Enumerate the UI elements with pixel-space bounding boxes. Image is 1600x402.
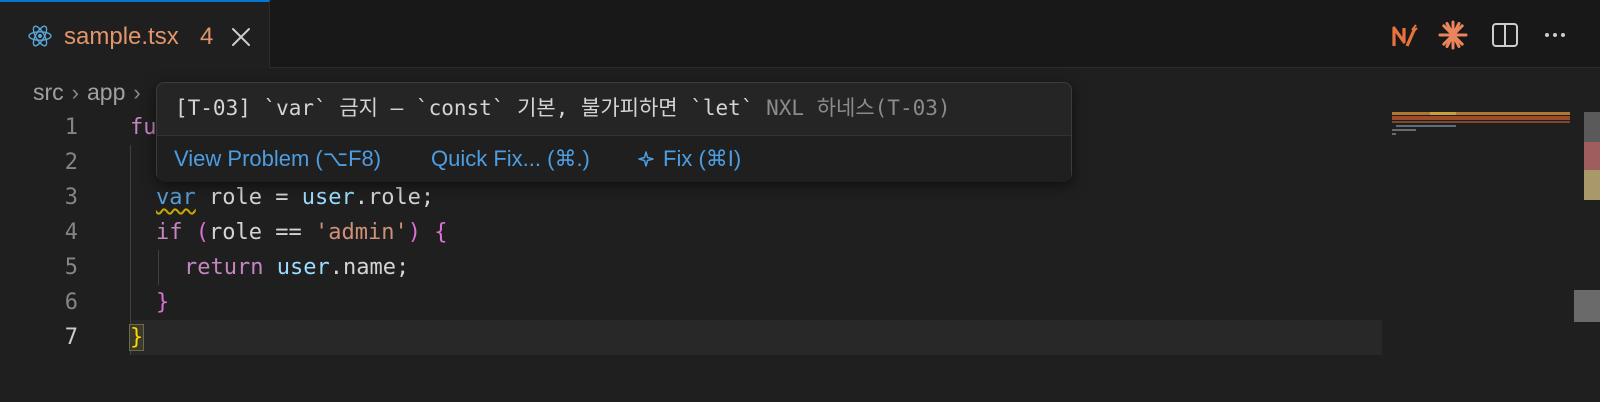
- minimap-line: [1392, 121, 1570, 123]
- view-problem-link[interactable]: View Problem (⌥F8): [174, 144, 381, 174]
- code-line: 4 if (role == 'admin') {: [0, 215, 1390, 250]
- code-token: user: [301, 185, 355, 210]
- tab-filename: sample.tsx: [64, 23, 179, 50]
- hover-message-text: [T-03] `var` 금지 — `const` 기본, 불가피하면 `let…: [175, 96, 754, 120]
- code-token: user: [276, 255, 330, 280]
- tab-problem-count: 4: [200, 23, 214, 50]
- sparkle-icon[interactable]: [1438, 20, 1468, 50]
- line-number: 5: [64, 255, 78, 280]
- overview-ruler-mark: [1574, 290, 1600, 322]
- code-token: return: [184, 255, 264, 280]
- minimap[interactable]: [1390, 110, 1570, 402]
- code-text: fu: [130, 110, 157, 145]
- code-token: 'admin': [314, 220, 408, 245]
- problem-hover-widget: [T-03] `var` 금지 — `const` 기본, 불가피하면 `let…: [156, 82, 1072, 182]
- line-number: 7: [64, 325, 78, 350]
- minimap-line: [1392, 129, 1416, 131]
- code-text: }: [156, 285, 169, 320]
- code-token: {: [434, 220, 448, 245]
- line-number: 2: [64, 150, 78, 175]
- fix-with-ai-link[interactable]: Fix (⌘I): [637, 144, 741, 174]
- sparkle-fix-icon: [637, 146, 655, 167]
- react-icon: [28, 24, 52, 48]
- more-actions-icon[interactable]: [1540, 20, 1570, 50]
- hover-message-source: NXL 하네스(T-03): [766, 96, 951, 120]
- breadcrumb: src › app ›: [33, 76, 149, 108]
- minimap-line: [1392, 133, 1396, 135]
- code-text: }: [128, 320, 145, 355]
- code-token: role ==: [209, 220, 315, 245]
- overview-ruler-mark: [1584, 142, 1600, 170]
- code-token: (: [195, 220, 209, 245]
- close-icon[interactable]: [230, 26, 252, 48]
- split-editor-icon[interactable]: [1490, 20, 1520, 50]
- tab-bar: sample.tsx 4: [0, 0, 1600, 68]
- code-line: 5 return user.name;: [0, 250, 1390, 285]
- hover-message: [T-03] `var` 금지 — `const` 기본, 불가피하면 `let…: [175, 93, 951, 123]
- vertical-scrollbar[interactable]: [1572, 110, 1600, 402]
- overview-ruler-mark: [1584, 112, 1600, 142]
- code-token-var-warning[interactable]: var: [156, 185, 196, 210]
- line-number: 6: [64, 290, 78, 315]
- line-number: 3: [64, 185, 78, 210]
- line-number: 1: [64, 115, 78, 140]
- quick-fix-link[interactable]: Quick Fix... (⌘.): [431, 144, 590, 174]
- code-text: return user.name;: [184, 250, 409, 285]
- breadcrumb-item-src[interactable]: src: [33, 79, 64, 105]
- code-token: }: [156, 290, 170, 315]
- minimap-line: [1430, 112, 1456, 115]
- code-token: .role;: [354, 185, 435, 210]
- chevron-right-icon: ›: [133, 80, 141, 105]
- code-token: if: [156, 220, 183, 245]
- chevron-right-icon: ›: [71, 80, 79, 105]
- code-token: .name;: [329, 255, 410, 280]
- code-token-matched-bracket: }: [128, 324, 145, 351]
- code-text: if (role == 'admin') {: [156, 215, 447, 250]
- line-number: 4: [64, 220, 78, 245]
- code-line: 6 }: [0, 285, 1390, 320]
- code-line: 3 var role = user.role;: [0, 180, 1390, 215]
- minimap-line: [1392, 112, 1570, 115]
- hover-status-bar: View Problem (⌥F8) Quick Fix... (⌘.) Fix…: [157, 135, 1071, 182]
- minimap-line: [1396, 125, 1456, 127]
- code-text: var role = user.role;: [156, 180, 434, 215]
- tab-sample-tsx[interactable]: sample.tsx 4: [0, 0, 270, 68]
- breadcrumb-item-app[interactable]: app: [87, 79, 125, 105]
- code-token: fu: [130, 115, 157, 140]
- overview-ruler-mark: [1584, 170, 1600, 200]
- minimap-line: [1392, 116, 1570, 120]
- fix-with-ai-label: Fix (⌘I): [663, 146, 742, 171]
- nx-icon[interactable]: [1390, 20, 1420, 50]
- code-token: ): [407, 220, 421, 245]
- code-token: role =: [195, 185, 302, 210]
- code-line: 7 }: [0, 320, 1390, 355]
